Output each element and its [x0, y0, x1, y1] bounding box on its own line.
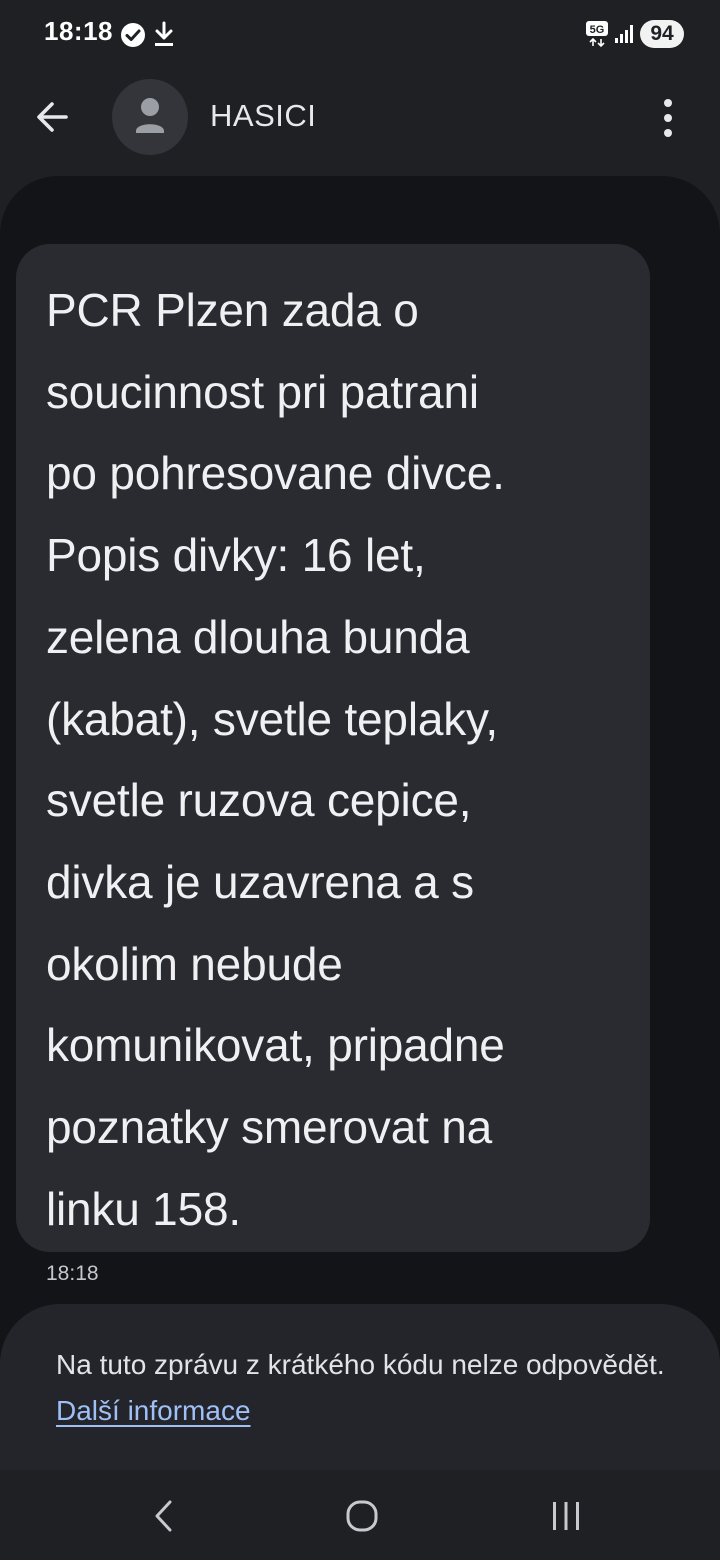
- avatar[interactable]: [112, 79, 188, 155]
- status-bar: 18:18 5G 94: [0, 0, 720, 68]
- notice-text: Na tuto zprávu z krátkého kódu nelze odp…: [56, 1349, 665, 1380]
- conversation-list[interactable]: PCR Plzen zada o soucinnost pri patrani …: [0, 176, 720, 1486]
- message-bubble[interactable]: PCR Plzen zada o soucinnost pri patrani …: [16, 244, 650, 1252]
- message-timestamp: 18:18: [46, 1262, 99, 1285]
- reply-disabled-notice: Na tuto zprávu z krátkého kódu nelze odp…: [56, 1342, 676, 1434]
- network-label: 5G: [590, 24, 605, 36]
- signal-icon: [615, 25, 633, 43]
- status-time: 18:18: [44, 16, 113, 46]
- nav-back-icon[interactable]: [148, 1498, 180, 1534]
- message-text: PCR Plzen zada o soucinnost pri patrani …: [46, 284, 505, 1235]
- nav-recents-icon[interactable]: [548, 1498, 584, 1534]
- reply-disabled-panel: Na tuto zprávu z krátkého kódu nelze odp…: [0, 1304, 720, 1472]
- nav-home-icon[interactable]: [344, 1498, 380, 1534]
- more-info-link[interactable]: Další informace: [56, 1395, 251, 1426]
- messages-screen: 18:18 5G 94 HASICI PCR Plzen zada o souc…: [0, 0, 720, 1560]
- 5g-icon: 5G: [586, 21, 608, 48]
- person-icon: [136, 98, 164, 133]
- download-icon: [155, 21, 173, 46]
- app-bar: HASICI: [0, 68, 720, 168]
- more-vert-icon[interactable]: [646, 92, 690, 144]
- battery-icon: 94: [640, 20, 684, 48]
- check-circle-icon: [121, 23, 145, 47]
- contact-name[interactable]: HASICI: [210, 98, 316, 134]
- back-arrow-icon[interactable]: [26, 90, 80, 144]
- system-nav-bar: [0, 1470, 720, 1560]
